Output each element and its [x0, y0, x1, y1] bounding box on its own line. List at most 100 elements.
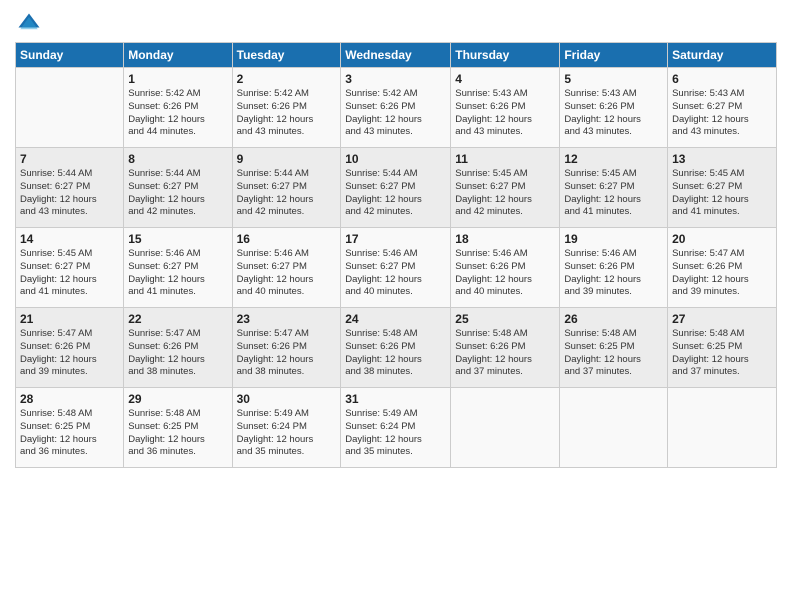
day-cell: [668, 388, 777, 468]
day-info: Sunrise: 5:46 AM Sunset: 6:27 PM Dayligh…: [345, 248, 446, 299]
day-info: Sunrise: 5:45 AM Sunset: 6:27 PM Dayligh…: [564, 168, 663, 219]
day-info: Sunrise: 5:43 AM Sunset: 6:27 PM Dayligh…: [672, 88, 772, 139]
day-number: 6: [672, 72, 772, 86]
day-cell: 29 Sunrise: 5:48 AM Sunset: 6:25 PM Dayli…: [124, 388, 232, 468]
day-info: Sunrise: 5:48 AM Sunset: 6:25 PM Dayligh…: [128, 408, 227, 459]
day-cell: 26Sunrise: 5:48 AM Sunset: 6:25 PM Dayli…: [560, 308, 668, 388]
day-info: Sunrise: 5:46 AM Sunset: 6:27 PM Dayligh…: [237, 248, 337, 299]
logo: [15, 10, 47, 38]
day-number: 16: [237, 232, 337, 246]
week-row-2: 7 Sunrise: 5:44 AM Sunset: 6:27 PM Daylig…: [16, 148, 777, 228]
day-info: Sunrise: 5:48 AM Sunset: 6:26 PM Dayligh…: [455, 328, 555, 379]
week-row-1: 1Sunrise: 5:42 AM Sunset: 6:26 PM Daylig…: [16, 68, 777, 148]
day-cell: 4 Sunrise: 5:43 AM Sunset: 6:26 PM Daylig…: [451, 68, 560, 148]
day-number: 3: [345, 72, 446, 86]
day-cell: 17 Sunrise: 5:46 AM Sunset: 6:27 PM Dayli…: [341, 228, 451, 308]
day-info: Sunrise: 5:48 AM Sunset: 6:26 PM Dayligh…: [345, 328, 446, 379]
day-cell: 18 Sunrise: 5:46 AM Sunset: 6:26 PM Dayli…: [451, 228, 560, 308]
day-info: Sunrise: 5:49 AM Sunset: 6:24 PM Dayligh…: [237, 408, 337, 459]
day-info: Sunrise: 5:42 AM Sunset: 6:26 PM Dayligh…: [237, 88, 337, 139]
col-friday: Friday: [560, 43, 668, 68]
day-info: Sunrise: 5:44 AM Sunset: 6:27 PM Dayligh…: [345, 168, 446, 219]
col-wednesday: Wednesday: [341, 43, 451, 68]
day-cell: 7 Sunrise: 5:44 AM Sunset: 6:27 PM Daylig…: [16, 148, 124, 228]
day-cell: 31Sunrise: 5:49 AM Sunset: 6:24 PM Dayli…: [341, 388, 451, 468]
main-container: Sunday Monday Tuesday Wednesday Thursday…: [0, 0, 792, 478]
day-info: Sunrise: 5:47 AM Sunset: 6:26 PM Dayligh…: [672, 248, 772, 299]
day-number: 22: [128, 312, 227, 326]
day-number: 13: [672, 152, 772, 166]
day-info: Sunrise: 5:47 AM Sunset: 6:26 PM Dayligh…: [20, 328, 119, 379]
day-info: Sunrise: 5:48 AM Sunset: 6:25 PM Dayligh…: [672, 328, 772, 379]
day-number: 19: [564, 232, 663, 246]
day-cell: 6 Sunrise: 5:43 AM Sunset: 6:27 PM Daylig…: [668, 68, 777, 148]
header-row: Sunday Monday Tuesday Wednesday Thursday…: [16, 43, 777, 68]
day-number: 25: [455, 312, 555, 326]
day-number: 8: [128, 152, 227, 166]
day-number: 29: [128, 392, 227, 406]
day-info: Sunrise: 5:45 AM Sunset: 6:27 PM Dayligh…: [20, 248, 119, 299]
day-info: Sunrise: 5:43 AM Sunset: 6:26 PM Dayligh…: [564, 88, 663, 139]
day-info: Sunrise: 5:44 AM Sunset: 6:27 PM Dayligh…: [128, 168, 227, 219]
col-sunday: Sunday: [16, 43, 124, 68]
logo-icon: [15, 10, 43, 38]
day-cell: 25 Sunrise: 5:48 AM Sunset: 6:26 PM Dayli…: [451, 308, 560, 388]
day-cell: 11Sunrise: 5:45 AM Sunset: 6:27 PM Dayli…: [451, 148, 560, 228]
day-cell: 20Sunrise: 5:47 AM Sunset: 6:26 PM Dayli…: [668, 228, 777, 308]
day-cell: 3 Sunrise: 5:42 AM Sunset: 6:26 PM Daylig…: [341, 68, 451, 148]
day-info: Sunrise: 5:46 AM Sunset: 6:26 PM Dayligh…: [564, 248, 663, 299]
col-monday: Monday: [124, 43, 232, 68]
day-number: 26: [564, 312, 663, 326]
day-cell: 9 Sunrise: 5:44 AM Sunset: 6:27 PM Daylig…: [232, 148, 341, 228]
day-number: 15: [128, 232, 227, 246]
day-info: Sunrise: 5:43 AM Sunset: 6:26 PM Dayligh…: [455, 88, 555, 139]
day-cell: [560, 388, 668, 468]
day-number: 24: [345, 312, 446, 326]
day-number: 31: [345, 392, 446, 406]
week-row-4: 21 Sunrise: 5:47 AM Sunset: 6:26 PM Dayli…: [16, 308, 777, 388]
day-number: 9: [237, 152, 337, 166]
day-cell: 13Sunrise: 5:45 AM Sunset: 6:27 PM Dayli…: [668, 148, 777, 228]
col-thursday: Thursday: [451, 43, 560, 68]
day-info: Sunrise: 5:48 AM Sunset: 6:25 PM Dayligh…: [20, 408, 119, 459]
day-number: 23: [237, 312, 337, 326]
day-cell: [16, 68, 124, 148]
day-cell: 22Sunrise: 5:47 AM Sunset: 6:26 PM Dayli…: [124, 308, 232, 388]
day-cell: 5 Sunrise: 5:43 AM Sunset: 6:26 PM Daylig…: [560, 68, 668, 148]
day-number: 5: [564, 72, 663, 86]
day-cell: [451, 388, 560, 468]
day-number: 21: [20, 312, 119, 326]
day-info: Sunrise: 5:46 AM Sunset: 6:27 PM Dayligh…: [128, 248, 227, 299]
day-number: 30: [237, 392, 337, 406]
day-number: 10: [345, 152, 446, 166]
day-cell: 1Sunrise: 5:42 AM Sunset: 6:26 PM Daylig…: [124, 68, 232, 148]
day-info: Sunrise: 5:47 AM Sunset: 6:26 PM Dayligh…: [237, 328, 337, 379]
day-number: 11: [455, 152, 555, 166]
day-number: 28: [20, 392, 119, 406]
day-cell: 21 Sunrise: 5:47 AM Sunset: 6:26 PM Dayli…: [16, 308, 124, 388]
day-info: Sunrise: 5:44 AM Sunset: 6:27 PM Dayligh…: [20, 168, 119, 219]
day-number: 4: [455, 72, 555, 86]
day-number: 27: [672, 312, 772, 326]
week-row-5: 28 Sunrise: 5:48 AM Sunset: 6:25 PM Dayli…: [16, 388, 777, 468]
day-info: Sunrise: 5:42 AM Sunset: 6:26 PM Dayligh…: [345, 88, 446, 139]
header: [15, 10, 777, 38]
week-row-3: 14 Sunrise: 5:45 AM Sunset: 6:27 PM Dayli…: [16, 228, 777, 308]
day-cell: 14 Sunrise: 5:45 AM Sunset: 6:27 PM Dayli…: [16, 228, 124, 308]
day-number: 18: [455, 232, 555, 246]
day-cell: 23 Sunrise: 5:47 AM Sunset: 6:26 PM Dayli…: [232, 308, 341, 388]
day-cell: 19 Sunrise: 5:46 AM Sunset: 6:26 PM Dayli…: [560, 228, 668, 308]
day-info: Sunrise: 5:44 AM Sunset: 6:27 PM Dayligh…: [237, 168, 337, 219]
day-info: Sunrise: 5:46 AM Sunset: 6:26 PM Dayligh…: [455, 248, 555, 299]
col-saturday: Saturday: [668, 43, 777, 68]
day-number: 7: [20, 152, 119, 166]
day-cell: 12Sunrise: 5:45 AM Sunset: 6:27 PM Dayli…: [560, 148, 668, 228]
day-cell: 2 Sunrise: 5:42 AM Sunset: 6:26 PM Daylig…: [232, 68, 341, 148]
day-number: 14: [20, 232, 119, 246]
day-cell: 10 Sunrise: 5:44 AM Sunset: 6:27 PM Dayli…: [341, 148, 451, 228]
day-cell: 27 Sunrise: 5:48 AM Sunset: 6:25 PM Dayli…: [668, 308, 777, 388]
day-number: 2: [237, 72, 337, 86]
day-number: 17: [345, 232, 446, 246]
day-cell: 24 Sunrise: 5:48 AM Sunset: 6:26 PM Dayli…: [341, 308, 451, 388]
col-tuesday: Tuesday: [232, 43, 341, 68]
